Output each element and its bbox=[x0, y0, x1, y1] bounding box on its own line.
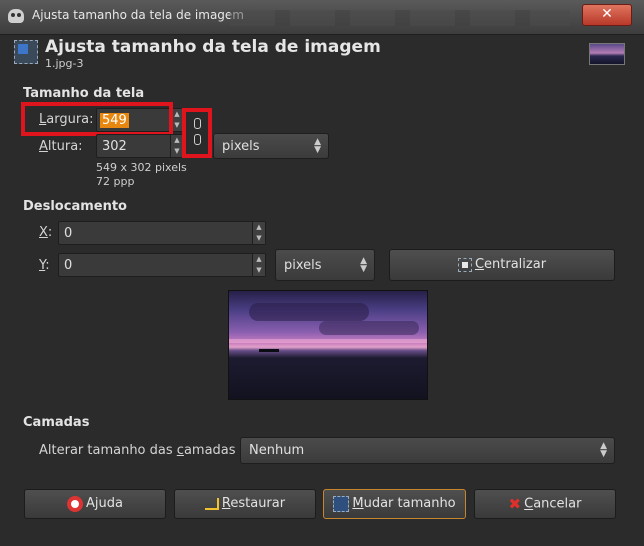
preview-horizon bbox=[229, 339, 427, 343]
lifebuoy-icon bbox=[67, 495, 83, 512]
offset-x-spinbox[interactable]: 0 ▲ ▼ bbox=[58, 221, 266, 245]
offset-y-label: Y: bbox=[39, 258, 50, 273]
center-icon bbox=[457, 257, 472, 272]
cancel-button[interactable]: ✖ Cancelar bbox=[474, 489, 616, 519]
resize-layers-label-rest: amadas bbox=[183, 443, 236, 458]
resize-layers-chevron-icon: ▲ ▼ bbox=[600, 441, 607, 459]
center-button[interactable]: Centralizar bbox=[389, 249, 615, 281]
center-label: entralizar bbox=[484, 257, 547, 272]
resolution-info: 72 ppp bbox=[96, 175, 135, 188]
preview-pier bbox=[259, 349, 279, 352]
resize-mnemonic: M bbox=[352, 496, 364, 511]
reset-label: estaurar bbox=[230, 496, 286, 511]
height-input[interactable]: 302 bbox=[102, 139, 127, 154]
image-thumbnail bbox=[589, 43, 625, 65]
canvas-size-icon bbox=[14, 40, 38, 64]
height-spinbox[interactable]: 302 ▲ ▼ bbox=[96, 134, 184, 158]
canvas-preview[interactable] bbox=[228, 290, 428, 400]
size-unit-value: pixels bbox=[222, 139, 260, 154]
resize-label: udar tamanho bbox=[363, 496, 456, 511]
size-unit-combo[interactable]: pixels ▲ ▼ bbox=[213, 133, 329, 159]
size-unit-chevron-icon: ▲ ▼ bbox=[314, 137, 321, 155]
cancel-x-icon: ✖ bbox=[508, 495, 522, 513]
offset-x-spin-arrows[interactable]: ▲ ▼ bbox=[252, 222, 265, 244]
resize-layers-label: Alterar tamanho das camadas bbox=[39, 443, 236, 458]
offset-unit-value: pixels bbox=[284, 258, 322, 273]
offset-unit-chevron-icon: ▲ ▼ bbox=[360, 256, 367, 274]
height-label-mnemonic: A bbox=[39, 139, 48, 154]
resize-layers-combo[interactable]: Nenhum ▲ ▼ bbox=[240, 437, 615, 464]
layers-section-title: Camadas bbox=[23, 415, 90, 430]
resize-layers-value: Nenhum bbox=[249, 443, 305, 458]
offset-section-title: Deslocamento bbox=[23, 199, 127, 214]
dialog-title: Ajusta tamanho da tela de imagem bbox=[45, 37, 381, 57]
offset-y-spin-arrows[interactable]: ▲ ▼ bbox=[252, 254, 265, 276]
resize-button[interactable]: Mudar tamanho bbox=[323, 489, 466, 519]
reset-arrow-icon bbox=[204, 497, 219, 510]
center-mnemonic: C bbox=[474, 257, 485, 272]
help-label-rest: uda bbox=[98, 496, 123, 511]
cancel-mnemonic: C bbox=[524, 496, 534, 512]
chain-link-icon[interactable] bbox=[192, 118, 202, 146]
help-button[interactable]: Ajuda bbox=[24, 489, 166, 519]
height-label-text: ltura: bbox=[47, 139, 83, 154]
preview-cloud bbox=[319, 321, 419, 335]
resize-layers-mnemonic: c bbox=[176, 443, 184, 458]
cancel-label: ancelar bbox=[533, 496, 582, 512]
canvas-size-section-title: Tamanho da tela bbox=[23, 86, 145, 101]
resize-canvas-icon bbox=[333, 495, 350, 512]
offset-y-label-text: : bbox=[45, 258, 50, 273]
preview-cloud bbox=[249, 303, 369, 321]
offset-x-label-text: : bbox=[47, 225, 53, 240]
offset-unit-combo[interactable]: pixels ▲ ▼ bbox=[275, 249, 375, 281]
resize-layers-label-pre: Alterar tamanho das bbox=[39, 443, 177, 458]
image-name: 1.jpg-3 bbox=[45, 57, 84, 70]
offset-y-input[interactable]: 0 bbox=[64, 258, 72, 273]
height-label: Altura: bbox=[39, 139, 83, 154]
help-label-pre: A bbox=[86, 496, 95, 511]
offset-x-label: X: bbox=[39, 225, 52, 240]
width-highlight-box bbox=[21, 102, 173, 136]
background-menu-ghost bbox=[230, 10, 570, 26]
offset-x-input[interactable]: 0 bbox=[64, 226, 72, 241]
title-bar: Ajusta tamanho da tela de imagem ✕ bbox=[0, 0, 644, 35]
offset-y-spinbox[interactable]: 0 ▲ ▼ bbox=[58, 253, 266, 277]
offset-x-mnemonic: X bbox=[39, 225, 48, 240]
reset-button[interactable]: Restaurar bbox=[174, 489, 316, 519]
gimp-app-icon bbox=[8, 9, 24, 23]
window-title: Ajusta tamanho da tela de imagem bbox=[32, 8, 244, 22]
size-info: 549 x 302 pixels bbox=[96, 161, 187, 174]
window-close-button[interactable]: ✕ bbox=[582, 4, 632, 26]
